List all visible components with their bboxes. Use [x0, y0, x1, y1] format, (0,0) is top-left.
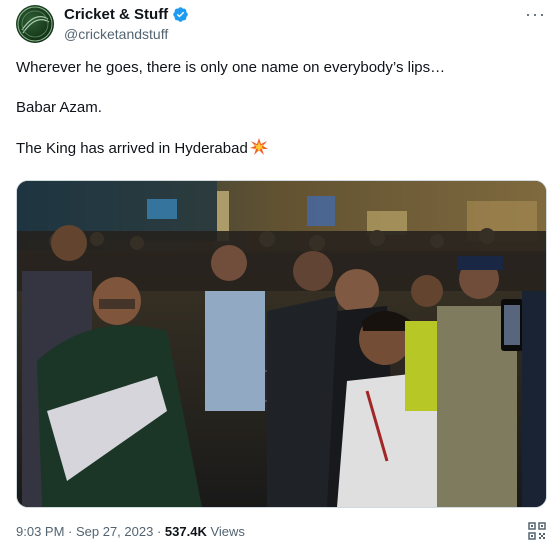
tweet-date[interactable]: Sep 27, 2023: [76, 524, 153, 539]
tweet-time[interactable]: 9:03 PM: [16, 524, 64, 539]
tweet-text-line: Wherever he goes, there is only one name…: [16, 59, 446, 76]
tweet-text: Wherever he goes, there is only one name…: [16, 58, 546, 159]
author-handle[interactable]: @cricketandstuff: [64, 26, 168, 42]
author-name-row[interactable]: Cricket & Stuff: [64, 6, 189, 23]
tweet-photo[interactable]: [16, 180, 547, 508]
qr-code-icon[interactable]: [528, 522, 546, 540]
views-count: 537.4K: [164, 524, 207, 539]
more-options-icon[interactable]: ···: [525, 4, 546, 25]
avatar[interactable]: [16, 5, 54, 43]
collision-emoji-icon: [249, 138, 268, 155]
author-display-name[interactable]: Cricket & Stuff: [64, 6, 168, 23]
views-label: Views: [206, 524, 245, 539]
airport-arrival-photo: [17, 181, 546, 507]
tweet-text-line-with-emoji: The King has arrived in Hyderabad: [16, 138, 546, 159]
tweet-card: Cricket & Stuff @cricketandstuff ··· Whe…: [0, 0, 560, 548]
separator: ·: [64, 524, 76, 539]
tweet-meta: 9:03 PM · Sep 27, 2023 · 537.4K Views: [16, 524, 245, 539]
separator: ·: [153, 524, 165, 539]
verified-badge-icon: [173, 7, 188, 22]
tweet-text-line3: The King has arrived in Hyderabad: [16, 140, 248, 157]
tweet-text-line: Babar Azam.: [16, 99, 102, 116]
cricket-ball-logo-icon: [17, 6, 53, 42]
